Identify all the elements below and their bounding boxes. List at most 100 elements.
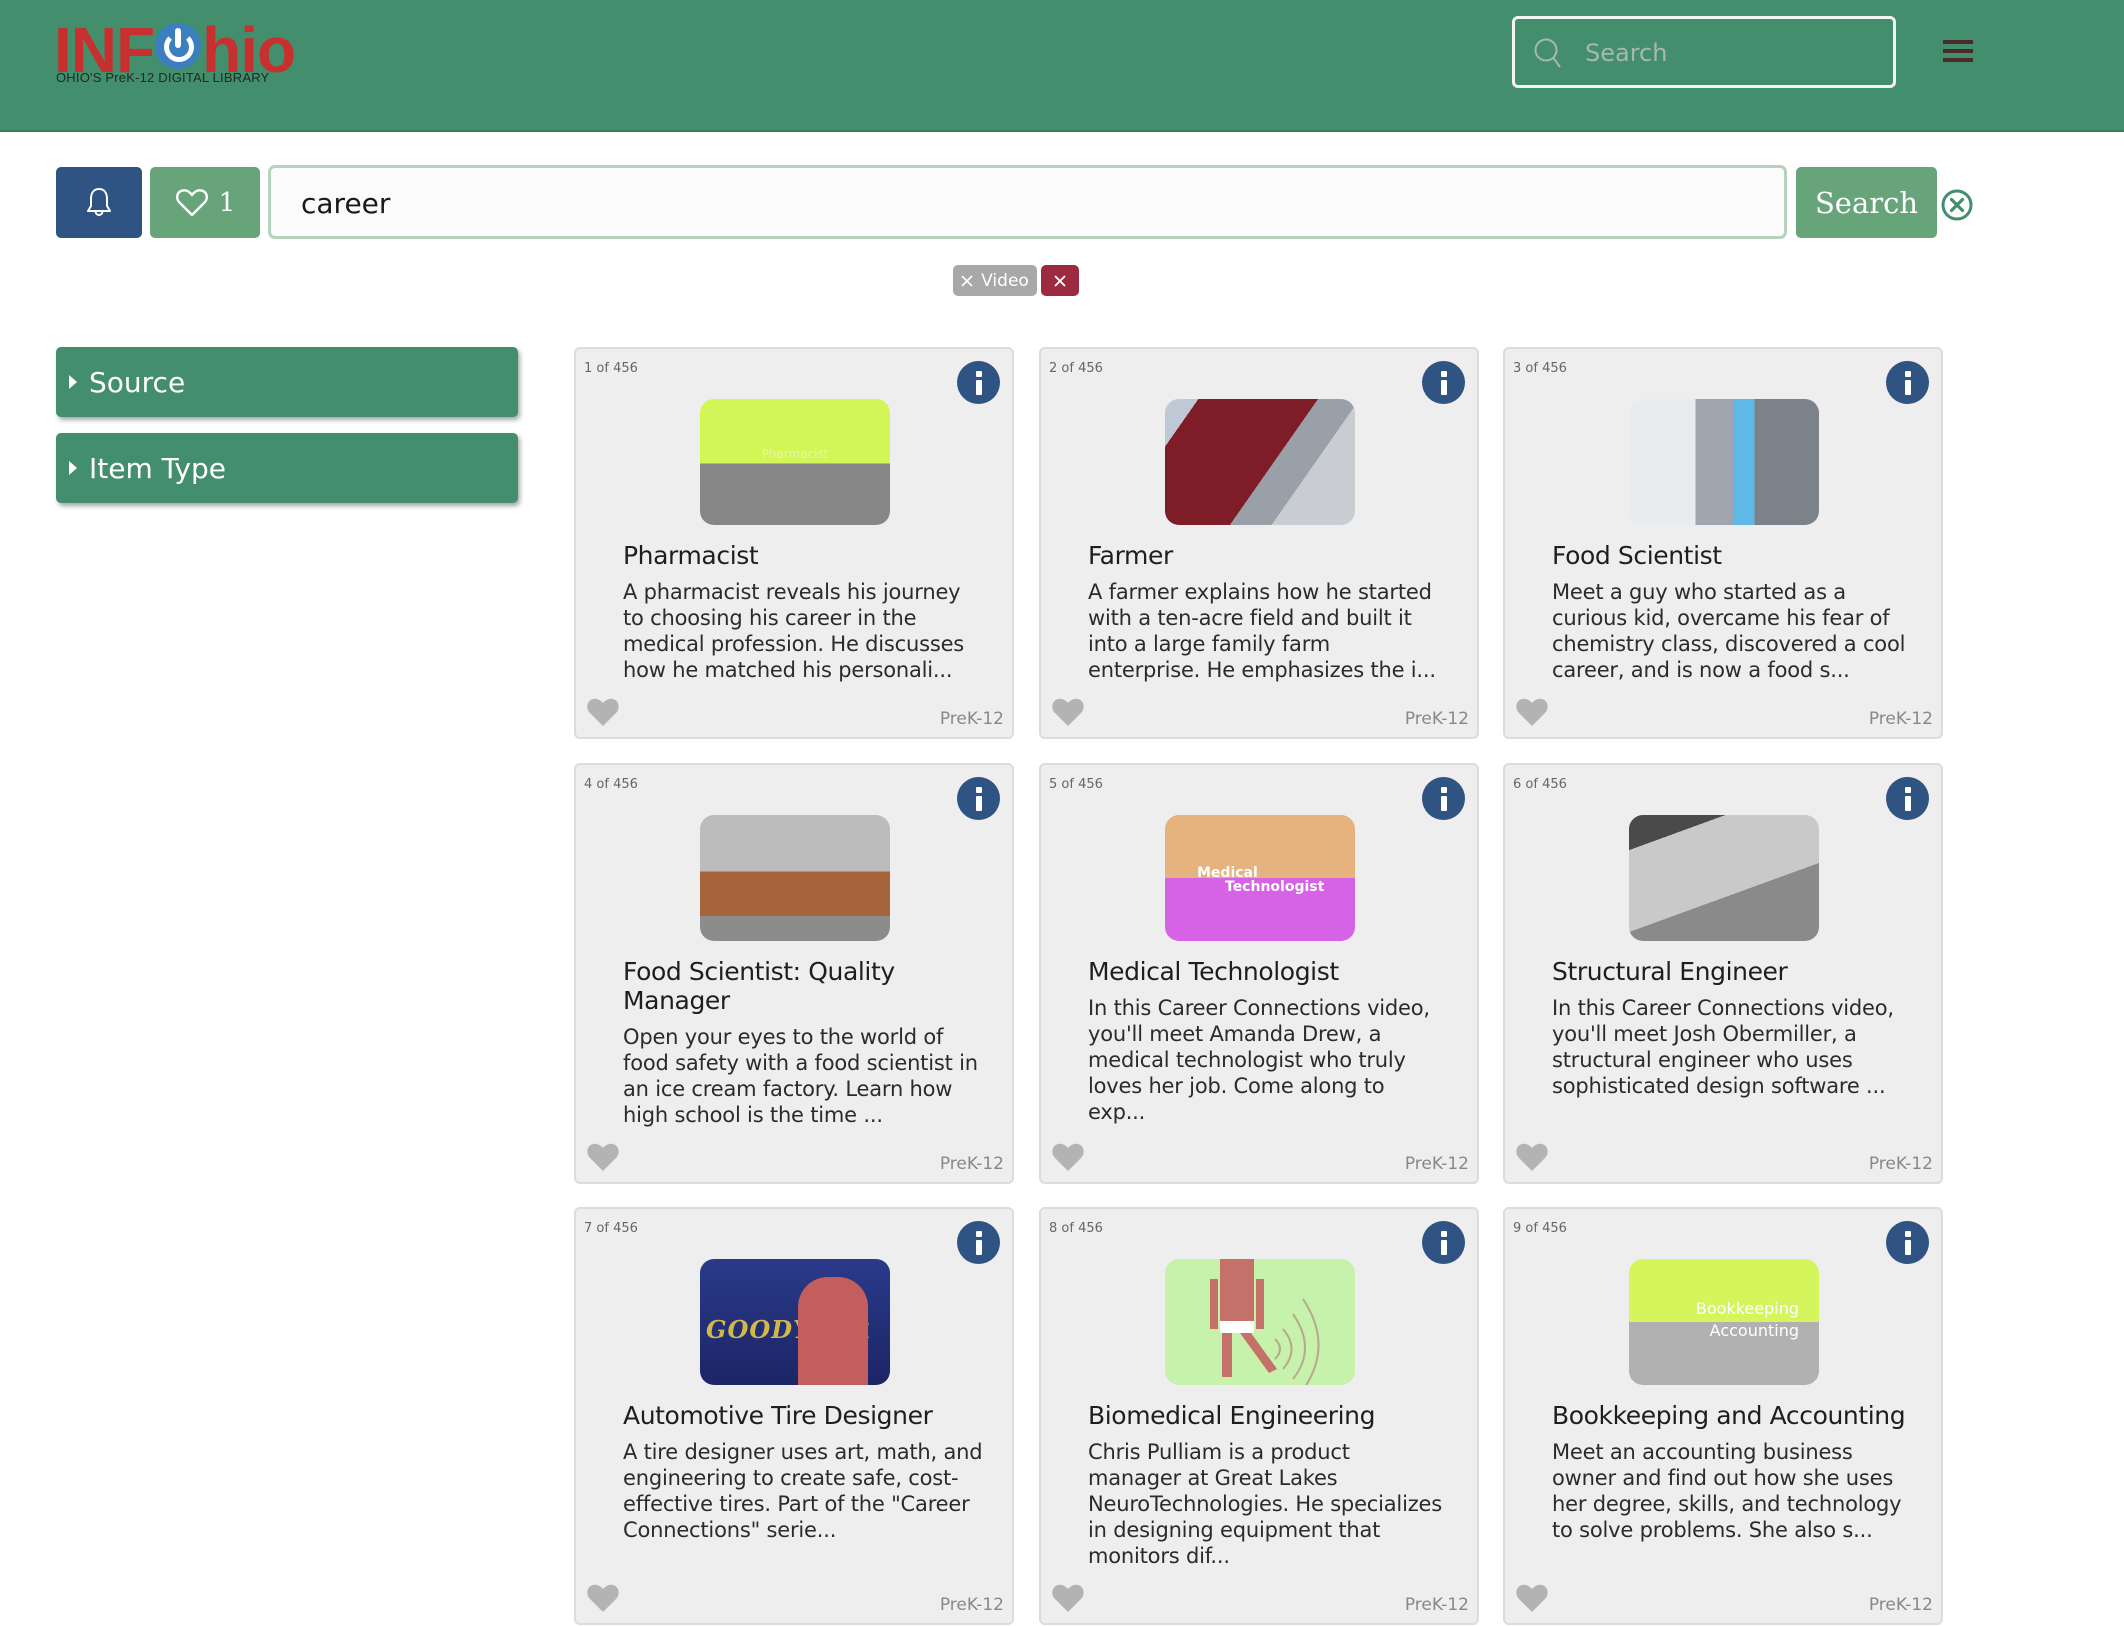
result-card: 8 of 456 Biomedical Engineering Chris Pu…	[1039, 1207, 1479, 1625]
info-icon[interactable]	[1886, 1221, 1929, 1264]
info-icon[interactable]	[957, 777, 1000, 820]
search-button[interactable]: Search	[1796, 167, 1937, 238]
grade-level: PreK-12	[939, 1595, 1004, 1615]
clear-filters-button[interactable]	[1041, 265, 1079, 296]
hamburger-icon[interactable]	[1940, 36, 1976, 66]
result-index: 9 of 456	[1513, 1221, 1567, 1236]
result-card: 1 of 456 Pharmacist Pharmacist A pharmac…	[574, 347, 1014, 739]
logo-tagline: OHIO'S PreK-12 DIGITAL LIBRARY	[56, 70, 270, 85]
result-title[interactable]: Biomedical Engineering	[1088, 1401, 1448, 1430]
infohio-logo[interactable]: INF hio OHIO'S PreK-12 DIGITAL LIBRARY	[54, 18, 304, 88]
favorites-button[interactable]: 1	[150, 167, 260, 238]
grade-level: PreK-12	[1404, 709, 1469, 729]
thumbnail-caption: Bookkeeping	[1695, 1299, 1799, 1318]
video-thumbnail[interactable]: Bookkeeping Accounting	[1629, 1259, 1819, 1385]
result-card: 9 of 456 Bookkeeping Accounting Bookkeep…	[1503, 1207, 1943, 1625]
facet-item-type[interactable]: Item Type	[56, 433, 518, 503]
info-icon[interactable]	[1422, 361, 1465, 404]
result-card: 6 of 456 Structural Engineer In this Car…	[1503, 763, 1943, 1184]
video-thumbnail[interactable]: GOODYEAR	[700, 1259, 890, 1385]
result-title[interactable]: Structural Engineer	[1552, 957, 1912, 986]
video-thumbnail[interactable]: Pharmacist	[700, 399, 890, 525]
result-title[interactable]: Automotive Tire Designer	[623, 1401, 983, 1430]
filter-chip-video[interactable]: Video	[953, 265, 1037, 296]
facet-source[interactable]: Source	[56, 347, 518, 417]
info-icon[interactable]	[957, 1221, 1000, 1264]
grade-level: PreK-12	[939, 1154, 1004, 1174]
thumbnail-person	[798, 1277, 868, 1385]
grade-level: PreK-12	[1868, 1154, 1933, 1174]
grade-level: PreK-12	[1868, 709, 1933, 729]
result-index: 3 of 456	[1513, 361, 1567, 376]
thumbnail-caption: Pharmacist	[761, 447, 829, 461]
result-title[interactable]: Food Scientist	[1552, 541, 1912, 570]
info-icon[interactable]	[1422, 1221, 1465, 1264]
result-description: In this Career Connections video, you'll…	[1088, 996, 1430, 1124]
result-title[interactable]: Bookkeeping and Accounting	[1552, 1401, 1912, 1430]
result-title[interactable]: Farmer	[1088, 541, 1448, 570]
header-search-box[interactable]	[1512, 16, 1896, 88]
video-thumbnail[interactable]	[700, 815, 890, 941]
thumbnail-caption: Accounting	[1709, 1321, 1799, 1340]
info-icon[interactable]	[1886, 361, 1929, 404]
result-card: 2 of 456 Farmer A farmer explains how he…	[1039, 347, 1479, 739]
close-icon	[961, 274, 973, 287]
heart-icon[interactable]	[586, 697, 620, 727]
heart-icon[interactable]	[1051, 1583, 1085, 1613]
video-thumbnail[interactable]	[1629, 399, 1819, 525]
result-title[interactable]: Food Scientist: Quality Manager	[623, 957, 983, 1015]
result-index: 8 of 456	[1049, 1221, 1103, 1236]
search-icon	[1534, 38, 1561, 68]
thumbnail-illustration	[1210, 1259, 1320, 1385]
result-index: 1 of 456	[584, 361, 638, 376]
caret-right-icon	[69, 375, 77, 389]
result-description: Chris Pulliam is a product manager at Gr…	[1088, 1440, 1442, 1568]
result-card: 3 of 456 Food Scientist Meet a guy who s…	[1503, 347, 1943, 739]
result-title[interactable]: Medical Technologist	[1088, 957, 1448, 986]
video-thumbnail[interactable]	[1165, 399, 1355, 525]
clear-search-icon[interactable]	[1940, 188, 1974, 222]
main-search-field[interactable]	[268, 165, 1787, 239]
thumbnail-caption: Technologist	[1225, 879, 1325, 895]
result-description: Meet an accounting business owner and fi…	[1552, 1440, 1902, 1542]
result-index: 5 of 456	[1049, 777, 1103, 792]
result-description: A pharmacist reveals his journey to choo…	[623, 580, 965, 682]
header-search-input[interactable]	[1585, 33, 1875, 73]
heart-icon[interactable]	[1515, 1142, 1549, 1172]
heart-icon[interactable]	[586, 1142, 620, 1172]
notifications-button[interactable]	[56, 167, 142, 238]
grade-level: PreK-12	[1404, 1595, 1469, 1615]
power-icon	[155, 23, 202, 69]
video-thumbnail[interactable]	[1629, 815, 1819, 941]
result-description: Open your eyes to the world of food safe…	[623, 1025, 978, 1127]
favorites-count: 1	[218, 187, 236, 218]
video-thumbnail[interactable]: Medical Technologist	[1165, 815, 1355, 941]
facet-label: Source	[89, 365, 186, 399]
bell-icon	[87, 187, 111, 216]
info-icon[interactable]	[957, 361, 1000, 404]
main-search-input[interactable]	[301, 178, 1701, 228]
grade-level: PreK-12	[939, 709, 1004, 729]
result-index: 2 of 456	[1049, 361, 1103, 376]
result-card: 5 of 456 Medical Technologist Medical Te…	[1039, 763, 1479, 1184]
result-card: 4 of 456 Food Scientist: Quality Manager…	[574, 763, 1014, 1184]
caret-right-icon	[69, 461, 77, 475]
heart-icon[interactable]	[1051, 697, 1085, 727]
heart-outline-icon	[175, 188, 208, 216]
heart-icon[interactable]	[1515, 1583, 1549, 1613]
filter-chip-label: Video	[981, 270, 1029, 291]
facet-label: Item Type	[89, 451, 226, 485]
video-thumbnail[interactable]	[1165, 1259, 1355, 1385]
heart-icon[interactable]	[1051, 1142, 1085, 1172]
result-title[interactable]: Pharmacist	[623, 541, 983, 570]
result-index: 4 of 456	[584, 777, 638, 792]
info-icon[interactable]	[1886, 777, 1929, 820]
result-description: A farmer explains how he started with a …	[1088, 580, 1436, 682]
grade-level: PreK-12	[1404, 1154, 1469, 1174]
result-index: 6 of 456	[1513, 777, 1567, 792]
result-description: In this Career Connections video, you'll…	[1552, 996, 1894, 1098]
info-icon[interactable]	[1422, 777, 1465, 820]
result-description: Meet a guy who started as a curious kid,…	[1552, 580, 1906, 682]
heart-icon[interactable]	[1515, 697, 1549, 727]
heart-icon[interactable]	[586, 1583, 620, 1613]
